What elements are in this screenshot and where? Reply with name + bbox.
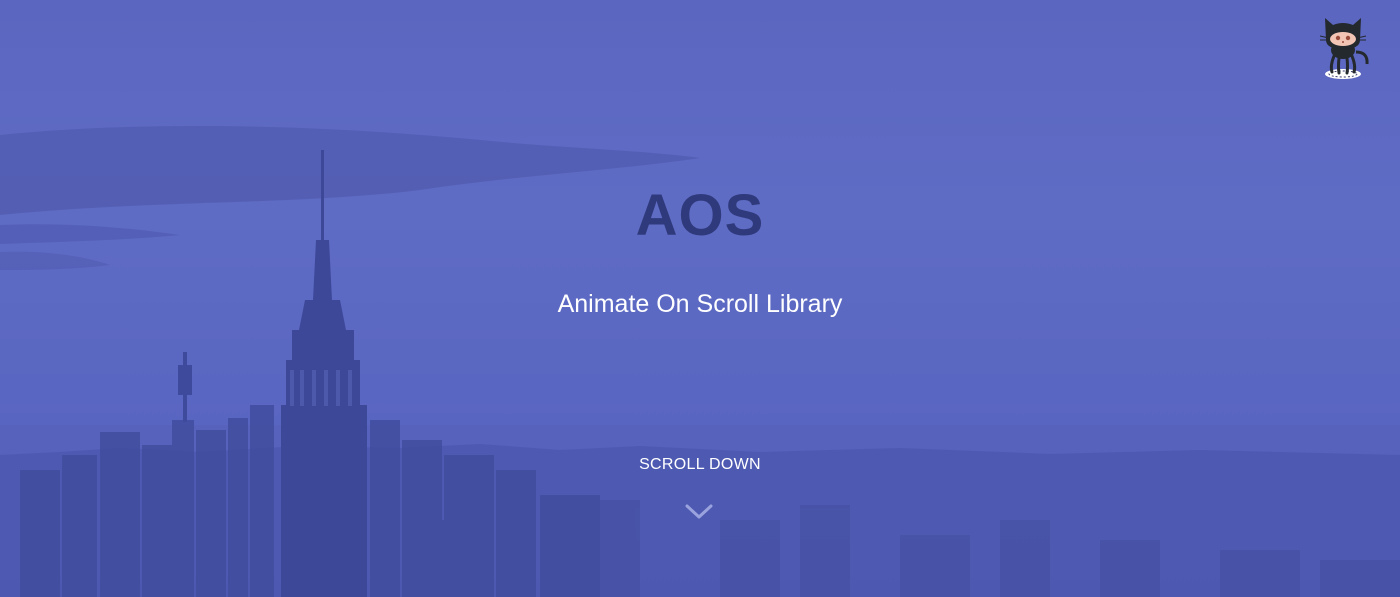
hero-section: AOS Animate On Scroll Library SCROLL DOW… bbox=[0, 0, 1400, 597]
scroll-down-label[interactable]: SCROLL DOWN bbox=[0, 456, 1400, 474]
octocat-icon[interactable] bbox=[1312, 12, 1374, 82]
page-subtitle: Animate On Scroll Library bbox=[557, 290, 843, 318]
page-title: AOS bbox=[635, 183, 765, 248]
chevron-down-icon[interactable] bbox=[684, 502, 714, 522]
